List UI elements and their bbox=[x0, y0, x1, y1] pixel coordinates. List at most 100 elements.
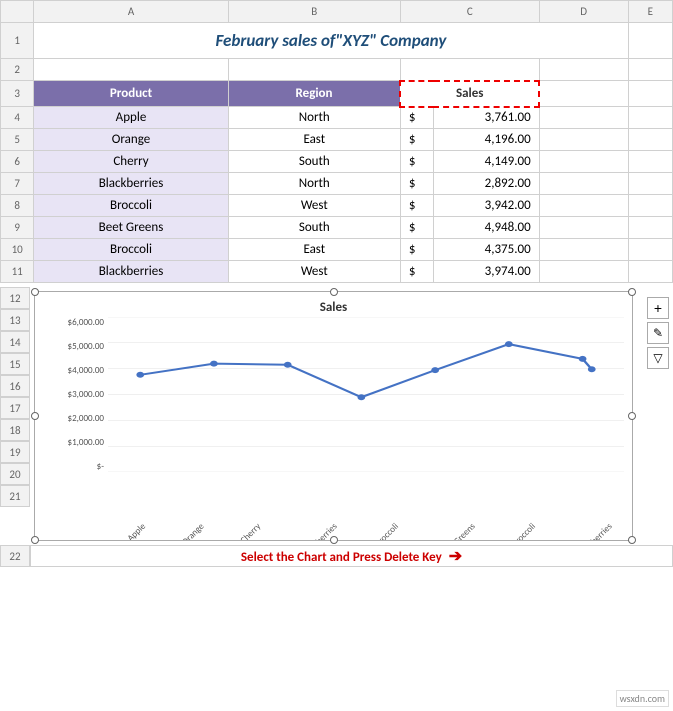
table-row: 8 Broccoli West $ 3,942.00 bbox=[1, 195, 673, 217]
chart-add-button[interactable]: + bbox=[647, 297, 669, 319]
row-num-5: 5 bbox=[1, 129, 34, 151]
cell-dollar-5: $ bbox=[400, 195, 433, 217]
chart-handle-mr[interactable] bbox=[628, 412, 636, 420]
cell-f2 bbox=[628, 59, 672, 81]
row-num-17: 17 bbox=[0, 397, 30, 419]
x-label-2: Orange bbox=[180, 521, 207, 540]
x-label-7: Broccoli bbox=[510, 521, 538, 540]
cell-product-1: Apple bbox=[34, 107, 228, 129]
table-row: 10 Broccoli East $ 4,375.00 bbox=[1, 239, 673, 261]
cell-region-4: North bbox=[228, 173, 400, 195]
chart-plot-area bbox=[108, 317, 624, 477]
row-num-2: 2 bbox=[1, 59, 34, 81]
y-label-4000: $4,000.00 bbox=[68, 365, 104, 376]
header-region: Region bbox=[228, 81, 400, 107]
chart-x-labels-inner: Apple Orange Cherry Blackberries Broccol… bbox=[104, 477, 624, 532]
y-label-2000: $2,000.00 bbox=[68, 413, 104, 424]
row-num-3: 3 bbox=[1, 81, 34, 107]
table-row: 11 Blackberries West $ 3,974.00 bbox=[1, 261, 673, 283]
cell-product-5: Broccoli bbox=[34, 195, 228, 217]
chart-y-axis: $6,000.00 $5,000.00 $4,000.00 $3,000.00 … bbox=[43, 317, 108, 472]
row-num-7: 7 bbox=[1, 173, 34, 195]
y-label-0: $- bbox=[97, 461, 104, 472]
y-label-5000: $5,000.00 bbox=[68, 341, 104, 352]
cell-sales-5: 3,942.00 bbox=[434, 195, 540, 217]
cell-e7 bbox=[539, 173, 628, 195]
cell-f10 bbox=[628, 239, 672, 261]
cell-region-3: South bbox=[228, 151, 400, 173]
cell-sales-2: 4,196.00 bbox=[434, 129, 540, 151]
cell-f9 bbox=[628, 217, 672, 239]
instruction-text: Select the Chart and Press Delete Key ➔ bbox=[241, 546, 462, 566]
cell-e10 bbox=[539, 239, 628, 261]
cell-f1 bbox=[628, 23, 672, 59]
cell-sales-3: 4,149.00 bbox=[434, 151, 540, 173]
cell-f7 bbox=[628, 173, 672, 195]
cell-f6 bbox=[628, 151, 672, 173]
chart-x-labels: Apple Orange Cherry Blackberries Broccol… bbox=[35, 477, 632, 540]
row-num-15: 15 bbox=[0, 353, 30, 375]
row-num-14: 14 bbox=[0, 331, 30, 353]
row-num-21: 21 bbox=[0, 485, 30, 507]
x-label-1: Apple bbox=[125, 521, 148, 540]
x-label-3: Cherry bbox=[238, 521, 263, 540]
cell-e6 bbox=[539, 151, 628, 173]
cell-dollar-2: $ bbox=[400, 129, 433, 151]
col-header-D: D bbox=[539, 1, 628, 23]
chart-style-button[interactable]: ✎ bbox=[647, 322, 669, 344]
spreadsheet-title: February sales of"XYZ" Company bbox=[215, 30, 446, 51]
chart-handle-bm[interactable] bbox=[330, 536, 338, 544]
cell-product-4: Blackberries bbox=[34, 173, 228, 195]
chart-handle-br[interactable] bbox=[628, 536, 636, 544]
chart-dot-1 bbox=[136, 372, 144, 378]
cell-dollar-8: $ bbox=[400, 261, 433, 283]
row-numbers-chart: 12 13 14 15 16 17 18 19 20 21 bbox=[0, 287, 30, 545]
cell-f5 bbox=[628, 129, 672, 151]
col-header-A: A bbox=[34, 1, 228, 23]
header-sales: Sales bbox=[400, 81, 539, 107]
cell-sales-7: 4,375.00 bbox=[434, 239, 540, 261]
cell-sales-6: 4,948.00 bbox=[434, 217, 540, 239]
instruction-row: 22 Select the Chart and Press Delete Key… bbox=[0, 545, 673, 567]
cell-dollar-3: $ bbox=[400, 151, 433, 173]
cell-product-7: Broccoli bbox=[34, 239, 228, 261]
chart-handle-bl[interactable] bbox=[31, 536, 39, 544]
cell-dollar-1: $ bbox=[400, 107, 433, 129]
chart-dot-2 bbox=[210, 361, 218, 367]
chart-dot-4 bbox=[357, 394, 365, 400]
cell-e11 bbox=[539, 261, 628, 283]
chart-dot-8 bbox=[588, 366, 596, 372]
cell-f4 bbox=[628, 107, 672, 129]
row-num-16: 16 bbox=[0, 375, 30, 397]
chart-dot-3 bbox=[284, 362, 292, 368]
row-num-6: 6 bbox=[1, 151, 34, 173]
corner-cell bbox=[1, 1, 34, 23]
row-num-8: 8 bbox=[1, 195, 34, 217]
cell-region-1: North bbox=[228, 107, 400, 129]
x-label-6: Beet Greens bbox=[438, 521, 477, 540]
chart-filter-button[interactable]: ▽ bbox=[647, 347, 669, 369]
row-num-13: 13 bbox=[0, 309, 30, 331]
chart-container[interactable]: Sales $6,000.00 $5,000.00 $4,000.00 $3,0… bbox=[34, 291, 633, 541]
row-num-9: 9 bbox=[1, 217, 34, 239]
chart-row: 12 13 14 15 16 17 18 19 20 21 bbox=[0, 287, 673, 545]
row-num-18: 18 bbox=[0, 419, 30, 441]
row-num-10: 10 bbox=[1, 239, 34, 261]
header-product: Product bbox=[34, 81, 228, 107]
row-num-19: 19 bbox=[0, 441, 30, 463]
cell-product-2: Orange bbox=[34, 129, 228, 151]
cell-product-3: Cherry bbox=[34, 151, 228, 173]
arrow-icon: ➔ bbox=[449, 547, 462, 566]
chart-handle-ml[interactable] bbox=[31, 412, 39, 420]
chart-handle-tm[interactable] bbox=[330, 288, 338, 296]
cell-c2 bbox=[228, 59, 400, 81]
cell-dollar-4: $ bbox=[400, 173, 433, 195]
cell-region-6: South bbox=[228, 217, 400, 239]
chart-dot-6 bbox=[505, 341, 513, 347]
cell-b2 bbox=[34, 59, 228, 81]
y-label-6000: $6,000.00 bbox=[68, 317, 104, 328]
cell-e9 bbox=[539, 217, 628, 239]
chart-handle-tl[interactable] bbox=[31, 288, 39, 296]
chart-handle-tr[interactable] bbox=[628, 288, 636, 296]
cell-dollar-6: $ bbox=[400, 217, 433, 239]
